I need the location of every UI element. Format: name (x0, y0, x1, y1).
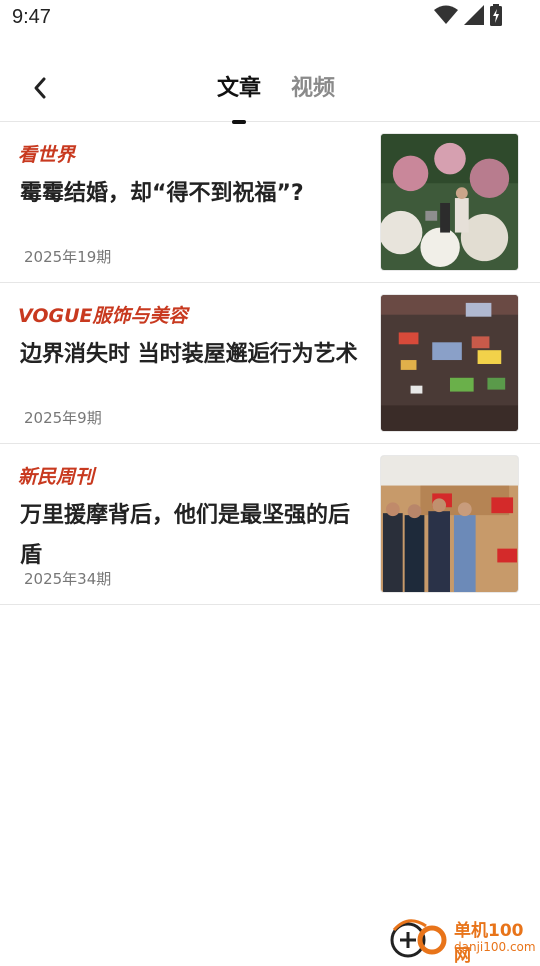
article-title: 霉霉结婚，却“得不到祝福”? (20, 181, 304, 206)
article-thumbnail (380, 455, 519, 593)
article-issue: 2025年19期 (24, 248, 112, 266)
article-item[interactable]: VOGUE服饰与美容 边界消失时 当时装屋邂逅行为艺术 2025年9期 (0, 283, 540, 444)
tab-articles[interactable]: 文章 (216, 74, 261, 124)
article-title: 万里援摩背后，他们是最坚强的后盾 (20, 503, 351, 568)
status-time: 9:47 (12, 6, 51, 28)
article-source: 看世界 (18, 144, 76, 166)
watermark-logo-icon (390, 919, 447, 958)
article-thumbnail (380, 133, 519, 271)
battery-icon (490, 4, 502, 30)
article-issue: 2025年34期 (24, 570, 112, 588)
top-nav: 文章 视频 (0, 60, 540, 124)
article-source: 新民周刊 (18, 466, 95, 488)
watermark-url: danji100.com (454, 940, 536, 954)
tab-videos-label: 视频 (291, 76, 336, 101)
wifi-icon (434, 5, 458, 29)
article-title: 边界消失时 当时装屋邂逅行为艺术 (20, 342, 358, 367)
signal-icon (464, 5, 484, 29)
article-thumbnail (380, 294, 519, 432)
tab-bar: 文章 视频 (0, 74, 540, 124)
article-source: VOGUE服饰与美容 (18, 305, 188, 327)
watermark: 单机100网 danji100.com (388, 912, 540, 966)
tab-articles-label: 文章 (216, 76, 261, 101)
system-icons (434, 4, 502, 30)
status-bar: 9:47 (0, 0, 540, 36)
article-item[interactable]: 新民周刊 万里援摩背后，他们是最坚强的后盾 2025年34期 (0, 444, 540, 605)
tab-videos[interactable]: 视频 (291, 74, 335, 114)
article-item[interactable]: 看世界 霉霉结婚，却“得不到祝福”? 2025年19期 (0, 122, 540, 283)
article-list: 看世界 霉霉结婚，却“得不到祝福”? 2025年19期 VOGUE服饰与美容 边… (0, 122, 540, 605)
article-issue: 2025年9期 (24, 409, 102, 427)
